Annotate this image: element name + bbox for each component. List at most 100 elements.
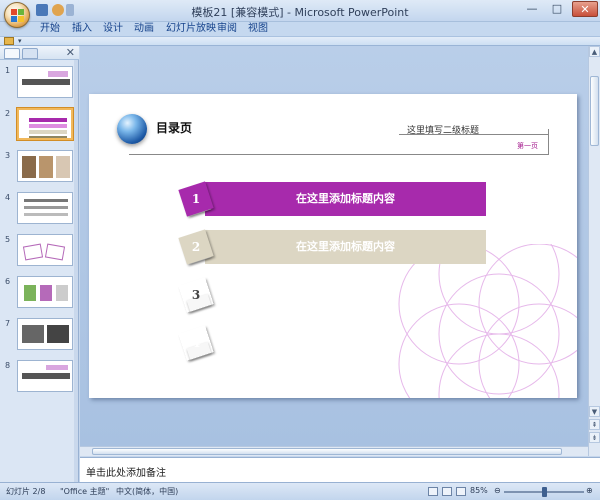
thumb-block: [40, 285, 52, 301]
tab-slideshow[interactable]: 幻灯片放映: [166, 22, 216, 36]
office-logo-yellow: [18, 16, 24, 22]
office-button[interactable]: [4, 2, 30, 28]
vertical-scrollbar[interactable]: ▲ ▼ ⇞ ⇟: [588, 46, 600, 456]
notes-pane[interactable]: 单击此处添加备注: [80, 457, 600, 482]
ribbon-collapsed: ▾: [0, 36, 600, 46]
toc-item-3[interactable]: 在这里添加标题内容 3: [184, 278, 486, 313]
toc-number: 1: [191, 192, 201, 206]
thumb-item-4: [29, 136, 67, 138]
tab-animations[interactable]: 动画: [134, 22, 154, 36]
page-label[interactable]: 第一页: [517, 141, 538, 151]
slide-thumbnail-4[interactable]: [17, 192, 73, 224]
normal-view-icon[interactable]: [428, 487, 438, 496]
slide-number: 2: [5, 109, 11, 118]
toc-item-text[interactable]: 在这里添加标题内容: [205, 278, 486, 312]
next-slide-icon[interactable]: ⇟: [589, 432, 600, 443]
toc-item-text[interactable]: 在这里添加标题内容: [205, 182, 486, 216]
tab-view[interactable]: 视图: [248, 22, 268, 36]
horizontal-scroll-thumb[interactable]: [92, 448, 562, 455]
maximize-button[interactable]: □: [545, 1, 569, 17]
toc-item-text[interactable]: 在这里添加标题内容: [205, 230, 486, 264]
slide-thumbnail-8[interactable]: [17, 360, 73, 392]
thumb-line: [24, 199, 68, 202]
slide-number: 7: [5, 319, 11, 328]
notes-placeholder[interactable]: 单击此处添加备注: [86, 464, 166, 479]
horizontal-scrollbar[interactable]: [80, 446, 588, 456]
heading-rule: [129, 154, 549, 155]
thumb-item-1: [29, 118, 67, 122]
thumb-photo: [47, 325, 69, 343]
language-status[interactable]: 中文(简体，中国): [116, 486, 178, 497]
thumb-title: [46, 365, 68, 370]
slide-canvas[interactable]: 目录页 这里填写二级标题 第一页 在这里添加标题内容 1 在这里添加标题内容 2…: [89, 94, 577, 398]
slides-pane-tabs: ✕: [0, 46, 79, 60]
toc-number-badge: 2: [178, 229, 214, 265]
thumb-photo: [22, 156, 36, 178]
decorative-circles: [398, 244, 577, 398]
slide-number: 6: [5, 277, 11, 286]
title-bar: 模板21 [兼容模式] - Microsoft PowerPoint — □ ✕: [0, 0, 600, 28]
tab-insert[interactable]: 插入: [72, 22, 92, 36]
slide-thumbnail-6[interactable]: [17, 276, 73, 308]
tab-design[interactable]: 设计: [103, 22, 123, 36]
toc-number-badge: 3: [178, 277, 213, 312]
zoom-level[interactable]: 85%: [470, 486, 488, 495]
slide-thumbnail-5[interactable]: [17, 234, 73, 266]
previous-slide-icon[interactable]: ⇞: [589, 419, 600, 430]
office-logo-blue: [11, 16, 17, 22]
close-button[interactable]: ✕: [572, 1, 598, 17]
slide-number: 8: [5, 361, 11, 370]
thumb-line: [24, 206, 68, 209]
vertical-scroll-thumb[interactable]: [590, 76, 599, 146]
zoom-out-icon[interactable]: ⊖: [494, 486, 501, 495]
tab-review[interactable]: 审阅: [217, 22, 237, 36]
toc-item-text[interactable]: 在这里添加标题内容: [205, 326, 486, 360]
scroll-down-arrow-icon[interactable]: ▼: [589, 406, 600, 417]
zoom-slider-knob[interactable]: [542, 487, 547, 497]
toc-number: 2: [191, 240, 201, 254]
slide-number: 3: [5, 151, 11, 160]
slide-thumbnail-1[interactable]: [17, 66, 73, 98]
dropdown-arrow-icon[interactable]: ▾: [18, 37, 22, 45]
slide-thumbnail-3[interactable]: [17, 150, 73, 182]
slides-pane-scrollbar[interactable]: [74, 60, 78, 482]
slide-counter: 幻灯片 2/8: [6, 487, 46, 496]
tab-home[interactable]: 开始: [40, 22, 60, 36]
toc-item-4[interactable]: 在这里添加标题内容 4: [184, 326, 486, 361]
slideshow-view-icon[interactable]: [456, 487, 466, 496]
toc-item-1[interactable]: 在这里添加标题内容 1: [178, 181, 486, 217]
ribbon-tabs: 开始 插入 设计 动画 幻灯片放映 审阅 视图: [0, 22, 600, 36]
toc-number: 3: [191, 288, 201, 302]
folder-icon[interactable]: [4, 37, 14, 45]
thumb-shape: [22, 243, 44, 261]
slide-editor: 目录页 这里填写二级标题 第一页 在这里添加标题内容 1 在这里添加标题内容 2…: [80, 46, 588, 446]
scroll-up-arrow-icon[interactable]: ▲: [589, 46, 600, 57]
slide-number: 1: [5, 66, 11, 75]
thumb-item-2: [29, 124, 67, 128]
toc-number-badge: 1: [178, 181, 214, 217]
slides-pane: ✕ 1 2 3 4 5 6 7 8: [0, 46, 79, 482]
thumb-shape: [44, 243, 66, 261]
subtitle-rule: [399, 134, 549, 135]
office-logo-green: [18, 9, 24, 15]
slide-thumbnail-2[interactable]: [17, 108, 73, 140]
thumb-block: [56, 285, 68, 301]
toc-item-2[interactable]: 在这里添加标题内容 2: [178, 229, 486, 265]
thumb-banner: [22, 373, 70, 379]
zoom-in-icon[interactable]: ⊕: [586, 486, 593, 495]
close-pane-icon[interactable]: ✕: [66, 46, 75, 60]
globe-icon: [117, 114, 147, 144]
slide-heading[interactable]: 目录页: [156, 119, 192, 136]
thumb-item-3: [29, 130, 67, 134]
outline-tab[interactable]: [22, 48, 38, 59]
thumb-photo: [39, 156, 53, 178]
slide-thumbnail-7[interactable]: [17, 318, 73, 350]
slide-number: 4: [5, 193, 11, 202]
theme-name[interactable]: "Office 主题": [60, 486, 109, 497]
slide-sorter-icon[interactable]: [442, 487, 452, 496]
thumb-photo: [56, 156, 70, 178]
slides-tab[interactable]: [4, 48, 20, 59]
minimize-button[interactable]: —: [520, 1, 544, 17]
toc-number-badge: 4: [178, 325, 213, 360]
status-bar: 幻灯片 2/8 "Office 主题" 中文(简体，中国) 85% ⊖ ⊕: [0, 482, 600, 500]
